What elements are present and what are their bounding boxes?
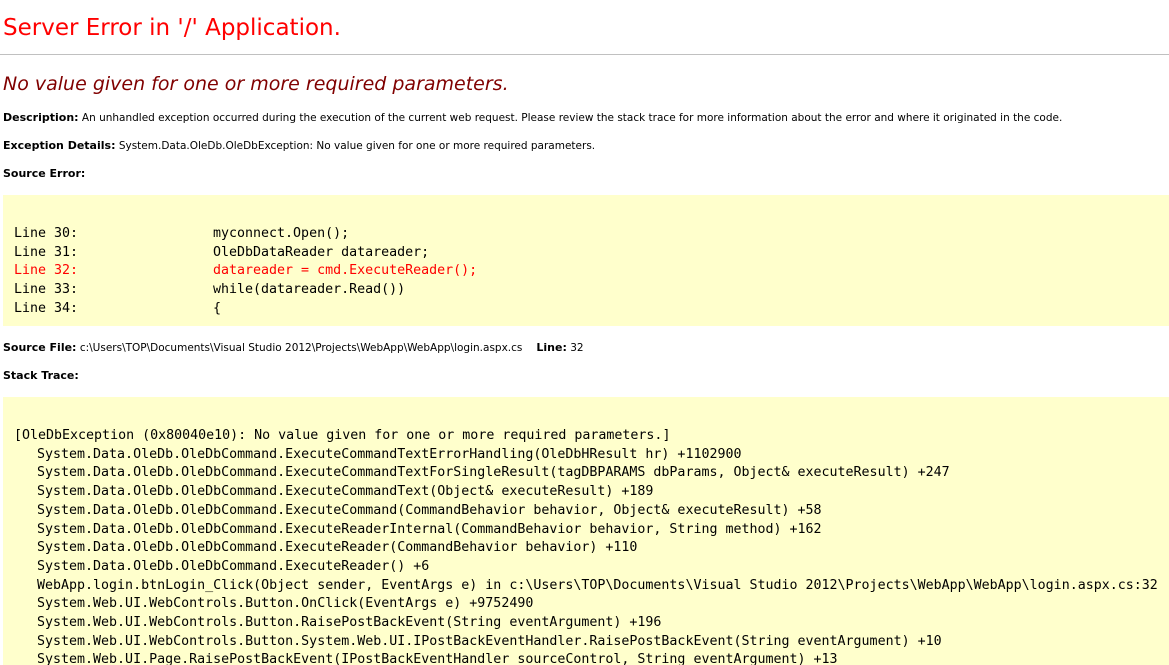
source-code-block: Line 30: myconnect.Open(); Line 31: OleDbDa… [3,195,1169,319]
stack-trace-header: [OleDbException (0x80040e10): No value g… [14,428,671,443]
source-line-code: OleDbDataReader datareader; [213,244,430,260]
source-line-number: Line 30: [14,226,79,241]
source-line: Line 31: OleDbDataReader datareader; [14,244,1169,263]
stack-frame: System.Data.OleDb.OleDbCommand.ExecuteCo… [37,502,822,518]
stack-frame: System.Data.OleDb.OleDbCommand.ExecuteCo… [37,465,950,481]
title-divider [0,54,1169,55]
error-page: Server Error in '/' Application. No valu… [0,0,1169,665]
stack-trace-label: Stack Trace: [3,369,79,382]
source-file-label: Source File: [3,341,77,354]
stack-frame: System.Data.OleDb.OleDbCommand.ExecuteCo… [37,484,654,500]
stack-frame: System.Data.OleDb.OleDbCommand.ExecuteRe… [37,558,430,574]
source-error-heading: Source Error: [3,166,85,182]
source-file-path: c:\Users\TOP\Documents\Visual Studio 201… [79,342,523,354]
source-line-value: 32 [570,342,584,354]
stack-trace-block: [OleDbException (0x80040e10): No value g… [3,397,1169,665]
source-line-code: while(datareader.Read()) [213,282,406,298]
source-line-code: myconnect.Open(); [213,226,350,241]
stack-trace-heading: Stack Trace: [3,368,79,384]
stack-frame: System.Data.OleDb.OleDbCommand.ExecuteCo… [37,446,742,462]
source-line-number: Line 33: [14,282,79,298]
description-section: Description: An unhandled exception occu… [3,110,1062,126]
description-text: An unhandled exception occurred during t… [81,112,1063,124]
source-line-code: { [213,300,222,316]
source-line-label: Line: [536,341,567,354]
source-line: Line 33: while(datareader.Read()) [14,281,1169,300]
source-error-box[interactable]: Line 30: myconnect.Open(); Line 31: OleDbDa… [3,195,1169,326]
stack-frame: System.Web.UI.Page.RaisePostBackEvent(IP… [37,652,838,665]
stack-frame: System.Data.OleDb.OleDbCommand.ExecuteRe… [37,521,822,537]
source-line: Line 34: { [14,300,1169,319]
exception-details-text: System.Data.OleDb.OleDbException: No val… [118,140,596,152]
source-file-section: Source File: c:\Users\TOP\Documents\Visu… [3,340,584,356]
stack-trace-box[interactable]: [OleDbException (0x80040e10): No value g… [3,397,1169,665]
source-line-number: Line 32: [14,263,79,279]
source-line-number: Line 34: [14,300,79,316]
source-line-code: datareader = cmd.ExecuteReader(); [213,263,478,279]
stack-frame: System.Web.UI.WebControls.Button.System.… [37,633,942,649]
exception-details-label: Exception Details: [3,139,116,152]
exception-details-section: Exception Details: System.Data.OleDb.Ole… [3,138,595,154]
source-line-error: Line 32: datareader = cmd.ExecuteReader()… [14,262,1169,281]
source-line: Line 30: myconnect.Open(); [14,225,1169,244]
stack-frame: System.Web.UI.WebControls.Button.OnClick… [37,596,534,612]
source-line-number: Line 31: [14,244,79,260]
stack-frame: WebApp.login.btnLogin_Click(Object sende… [37,577,1158,593]
description-label: Description: [3,111,79,124]
page-title: Server Error in '/' Application. [3,15,341,41]
stack-frame: System.Web.UI.WebControls.Button.RaisePo… [37,615,662,631]
stack-frame: System.Data.OleDb.OleDbCommand.ExecuteRe… [37,540,638,556]
error-message: No value given for one or more required … [3,73,509,95]
source-error-label: Source Error: [3,167,86,180]
